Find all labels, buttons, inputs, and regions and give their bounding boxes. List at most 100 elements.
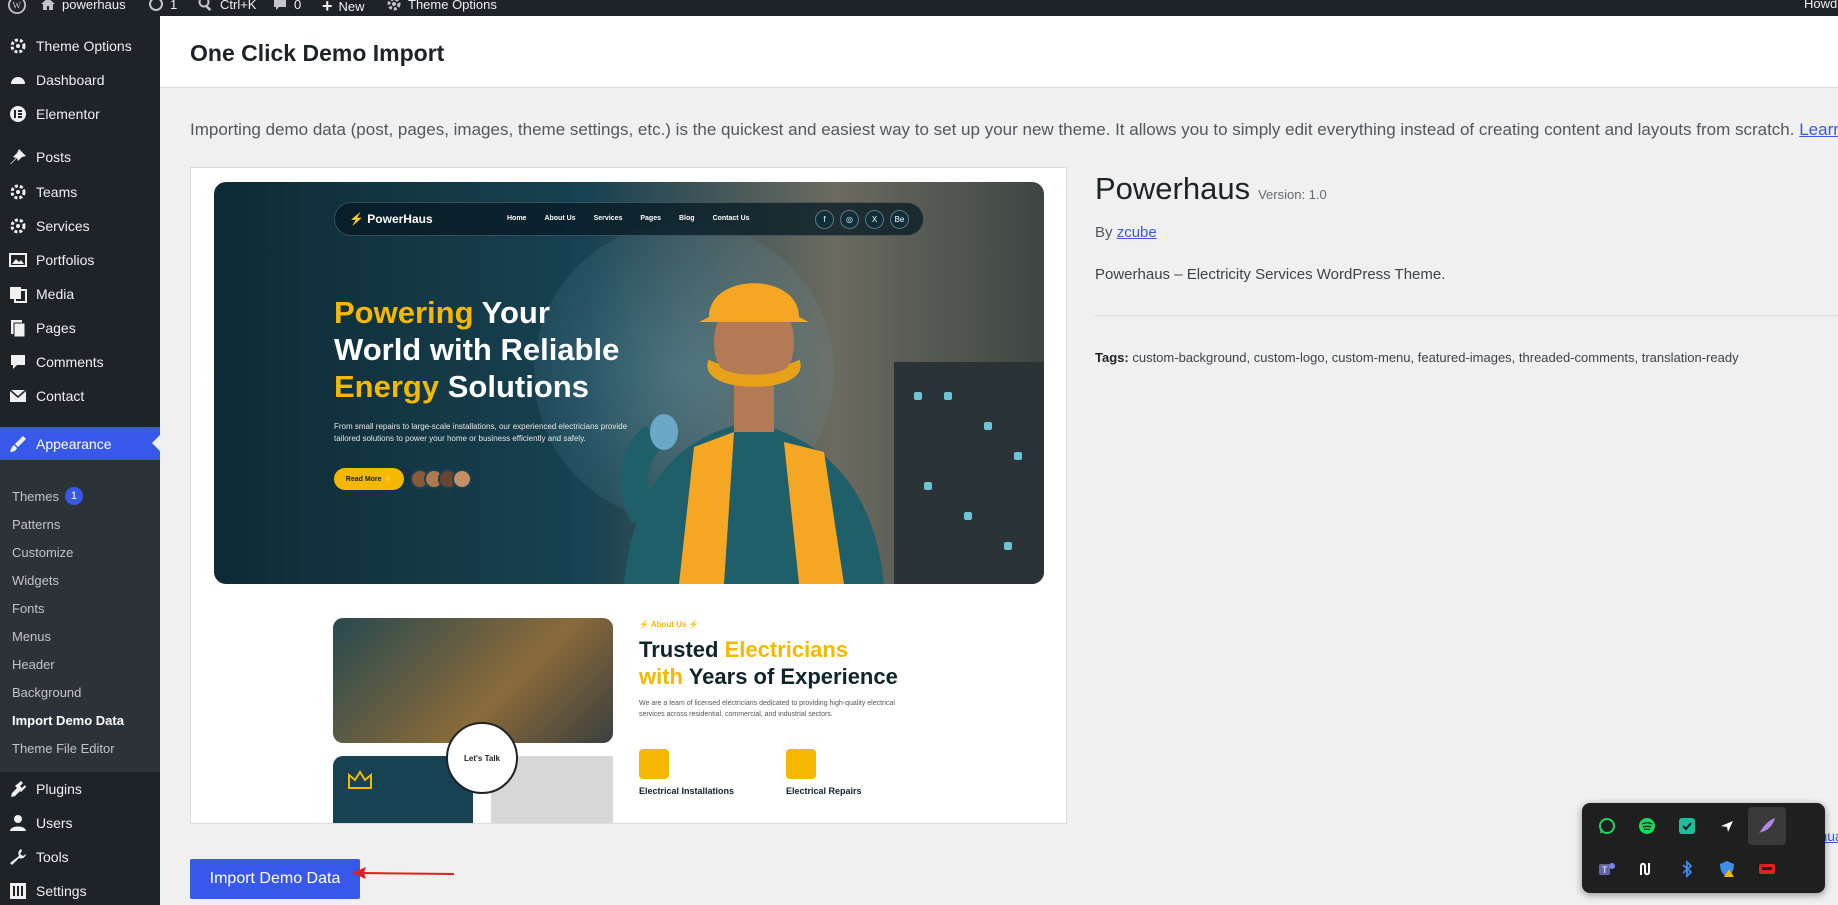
- preview-avatars: [410, 469, 472, 489]
- bluetooth-icon[interactable]: [1675, 857, 1699, 881]
- hero-title-highlight: Powering: [334, 295, 474, 330]
- about-title-text: Years of Experience: [683, 664, 898, 689]
- comments-link[interactable]: 0: [272, 0, 301, 12]
- submenu-label: Themes: [12, 488, 59, 504]
- menu-settings[interactable]: Settings: [0, 875, 160, 905]
- spotify-icon[interactable]: [1635, 814, 1659, 838]
- wordpress-logo-icon[interactable]: W: [8, 0, 26, 14]
- theme-author: By zcube: [1095, 224, 1157, 241]
- admin-bar: W powerhaus 1 Ctrl+K 0 + New Theme Optio…: [0, 0, 1838, 16]
- author-label: By: [1095, 224, 1113, 241]
- menu-posts[interactable]: Posts: [0, 141, 160, 173]
- menu-label: Users: [36, 815, 73, 831]
- menu-teams[interactable]: Teams: [0, 176, 160, 208]
- speaker-icon[interactable]: [1755, 857, 1779, 881]
- feather-icon[interactable]: [1748, 807, 1786, 845]
- submenu-background[interactable]: Background: [12, 685, 81, 700]
- preview-nav-link: Services: [593, 215, 623, 222]
- theme-version: Version: 1.0: [1258, 187, 1327, 202]
- system-tray-popup: T: [1582, 803, 1825, 893]
- submenu-menus[interactable]: Menus: [12, 629, 51, 644]
- submenu-label: Customize: [12, 545, 74, 560]
- electrician-illustration: [620, 283, 884, 584]
- menu-elementor[interactable]: Elementor: [0, 98, 160, 130]
- preview-nav-links: Home About Us Services Pages Blog Contac…: [507, 215, 750, 222]
- active-indicator: [152, 435, 160, 451]
- submenu-label: Theme File Editor: [12, 741, 115, 756]
- menu-label: Services: [36, 218, 90, 234]
- home-icon: [41, 0, 55, 10]
- menu-services[interactable]: Services: [0, 210, 160, 242]
- site-name-link[interactable]: powerhaus: [40, 0, 126, 12]
- notion-icon[interactable]: [1635, 857, 1659, 881]
- about-title-highlight: Electricians: [724, 637, 849, 662]
- submenu-themes[interactable]: Themes 1: [12, 487, 83, 505]
- pages-icon: [8, 318, 28, 338]
- preview-read-more-button: Read More ⚡: [334, 468, 404, 490]
- menu-theme-options[interactable]: Theme Options: [0, 30, 160, 62]
- preview-about-tag: ⚡ About Us ⚡: [639, 620, 699, 629]
- teams-icon[interactable]: T: [1595, 857, 1619, 881]
- preview-about-title: Trusted Electricians with Years of Exper…: [639, 636, 959, 690]
- menu-portfolios[interactable]: Portfolios: [0, 244, 160, 276]
- submenu-widgets[interactable]: Widgets: [12, 573, 59, 588]
- repair-icon: [786, 749, 816, 779]
- submenu-import-demo-data[interactable]: Import Demo Data: [12, 713, 124, 728]
- submenu-patterns[interactable]: Patterns: [12, 517, 60, 532]
- search-link[interactable]: Ctrl+K: [198, 0, 256, 12]
- menu-media[interactable]: Media: [0, 278, 160, 310]
- cursor-icon[interactable]: [1715, 814, 1739, 838]
- pin-icon: [8, 147, 28, 167]
- submenu-header[interactable]: Header: [12, 657, 55, 672]
- menu-label: Teams: [36, 184, 78, 200]
- theme-options-link[interactable]: Theme Options: [386, 0, 497, 12]
- preview-lets-talk-badge: Let's Talk: [446, 722, 518, 794]
- gear-icon: [8, 216, 28, 236]
- panel-light: [914, 392, 922, 400]
- preview-about-section: Let's Talk ⚡ About Us ⚡ Trusted Electric…: [191, 618, 1066, 823]
- security-icon[interactable]: [1715, 857, 1739, 881]
- updates-count: 1: [170, 0, 178, 12]
- import-demo-data-button[interactable]: Import Demo Data: [190, 859, 360, 899]
- annotation-arrow-icon: [352, 867, 455, 879]
- hero-title-text: Your: [473, 295, 550, 330]
- comment-icon: [274, 0, 286, 10]
- gear-icon: [8, 36, 28, 56]
- menu-appearance[interactable]: Appearance: [0, 427, 160, 461]
- site-name: powerhaus: [62, 0, 126, 12]
- menu-label: Tools: [36, 849, 69, 865]
- preview-nav-link: Home: [507, 215, 527, 222]
- submenu-customize[interactable]: Customize: [12, 545, 73, 560]
- menu-plugins[interactable]: Plugins: [0, 773, 160, 805]
- whatsapp-icon[interactable]: [1595, 814, 1619, 838]
- panel-light: [924, 482, 932, 490]
- update-badge: 1: [64, 487, 83, 505]
- gear-icon: [8, 182, 28, 202]
- preview-about-description: We are a team of licensed electricians d…: [639, 700, 895, 718]
- app-icon[interactable]: [1675, 814, 1699, 838]
- preview-logo-text: PowerHaus: [367, 212, 433, 226]
- menu-pages[interactable]: Pages: [0, 312, 160, 344]
- howdy-account[interactable]: Howd: [1804, 0, 1837, 11]
- submenu-label: Menus: [12, 629, 52, 644]
- learn-more-link[interactable]: Learn: [1799, 120, 1838, 139]
- menu-tools[interactable]: Tools: [0, 841, 160, 873]
- new-link[interactable]: + New: [322, 0, 365, 16]
- menu-contact[interactable]: Contact: [0, 380, 160, 412]
- menu-comments[interactable]: Comments: [0, 346, 160, 378]
- submenu-label: Widgets: [12, 573, 59, 588]
- preview-feature-label: Electrical Installations: [639, 786, 735, 796]
- page-title: One Click Demo Import: [190, 40, 445, 66]
- menu-dashboard[interactable]: Dashboard: [0, 64, 160, 96]
- plugin-icon: [8, 779, 28, 799]
- submenu-theme-file-editor[interactable]: Theme File Editor: [12, 741, 115, 756]
- menu-label: Pages: [36, 320, 76, 336]
- menu-label: Plugins: [36, 781, 82, 797]
- author-link[interactable]: zcube: [1117, 224, 1157, 241]
- appearance-submenu: Themes 1 Patterns Customize Widgets Font…: [0, 460, 160, 772]
- menu-users[interactable]: Users: [0, 807, 160, 839]
- hero-title-text: World with Reliable: [334, 332, 620, 367]
- submenu-fonts[interactable]: Fonts: [12, 601, 45, 616]
- panel-light: [984, 422, 992, 430]
- updates-link[interactable]: 1: [148, 0, 177, 12]
